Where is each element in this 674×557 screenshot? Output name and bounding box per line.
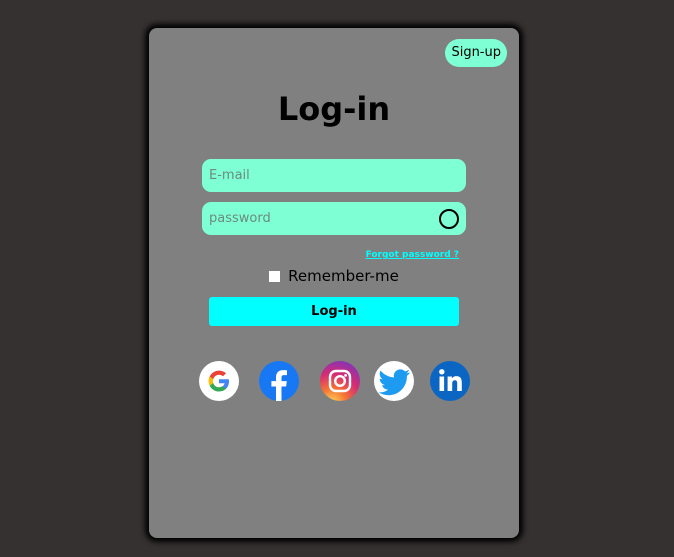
linkedin-login-button[interactable] [430,361,470,401]
toggle-visibility-icon[interactable] [439,209,459,229]
remember-me-row: Remember-me [149,267,519,285]
google-login-button[interactable] [199,361,239,401]
signup-button[interactable]: Sign-up [445,39,507,67]
page-title: Log-in [277,90,391,128]
forgot-password-link[interactable]: Forgot password ? [366,250,459,260]
remember-me-label: Remember-me [288,267,399,285]
password-field[interactable] [202,202,466,235]
facebook-login-button[interactable] [259,361,299,401]
instagram-login-button[interactable] [320,361,360,401]
social-login-row [199,361,470,401]
email-field[interactable] [202,159,466,192]
login-card: Sign-up Log-in Forgot password ? Remembe… [149,28,519,538]
twitter-icon [374,361,414,401]
email-field-container [202,159,466,192]
google-icon [199,361,239,401]
facebook-icon [259,361,299,401]
login-button[interactable]: Log-in [209,297,459,326]
linkedin-icon [430,361,470,401]
password-field-container [202,202,466,235]
instagram-icon [320,361,360,401]
twitter-login-button[interactable] [374,361,414,401]
remember-me-checkbox[interactable] [269,271,281,282]
